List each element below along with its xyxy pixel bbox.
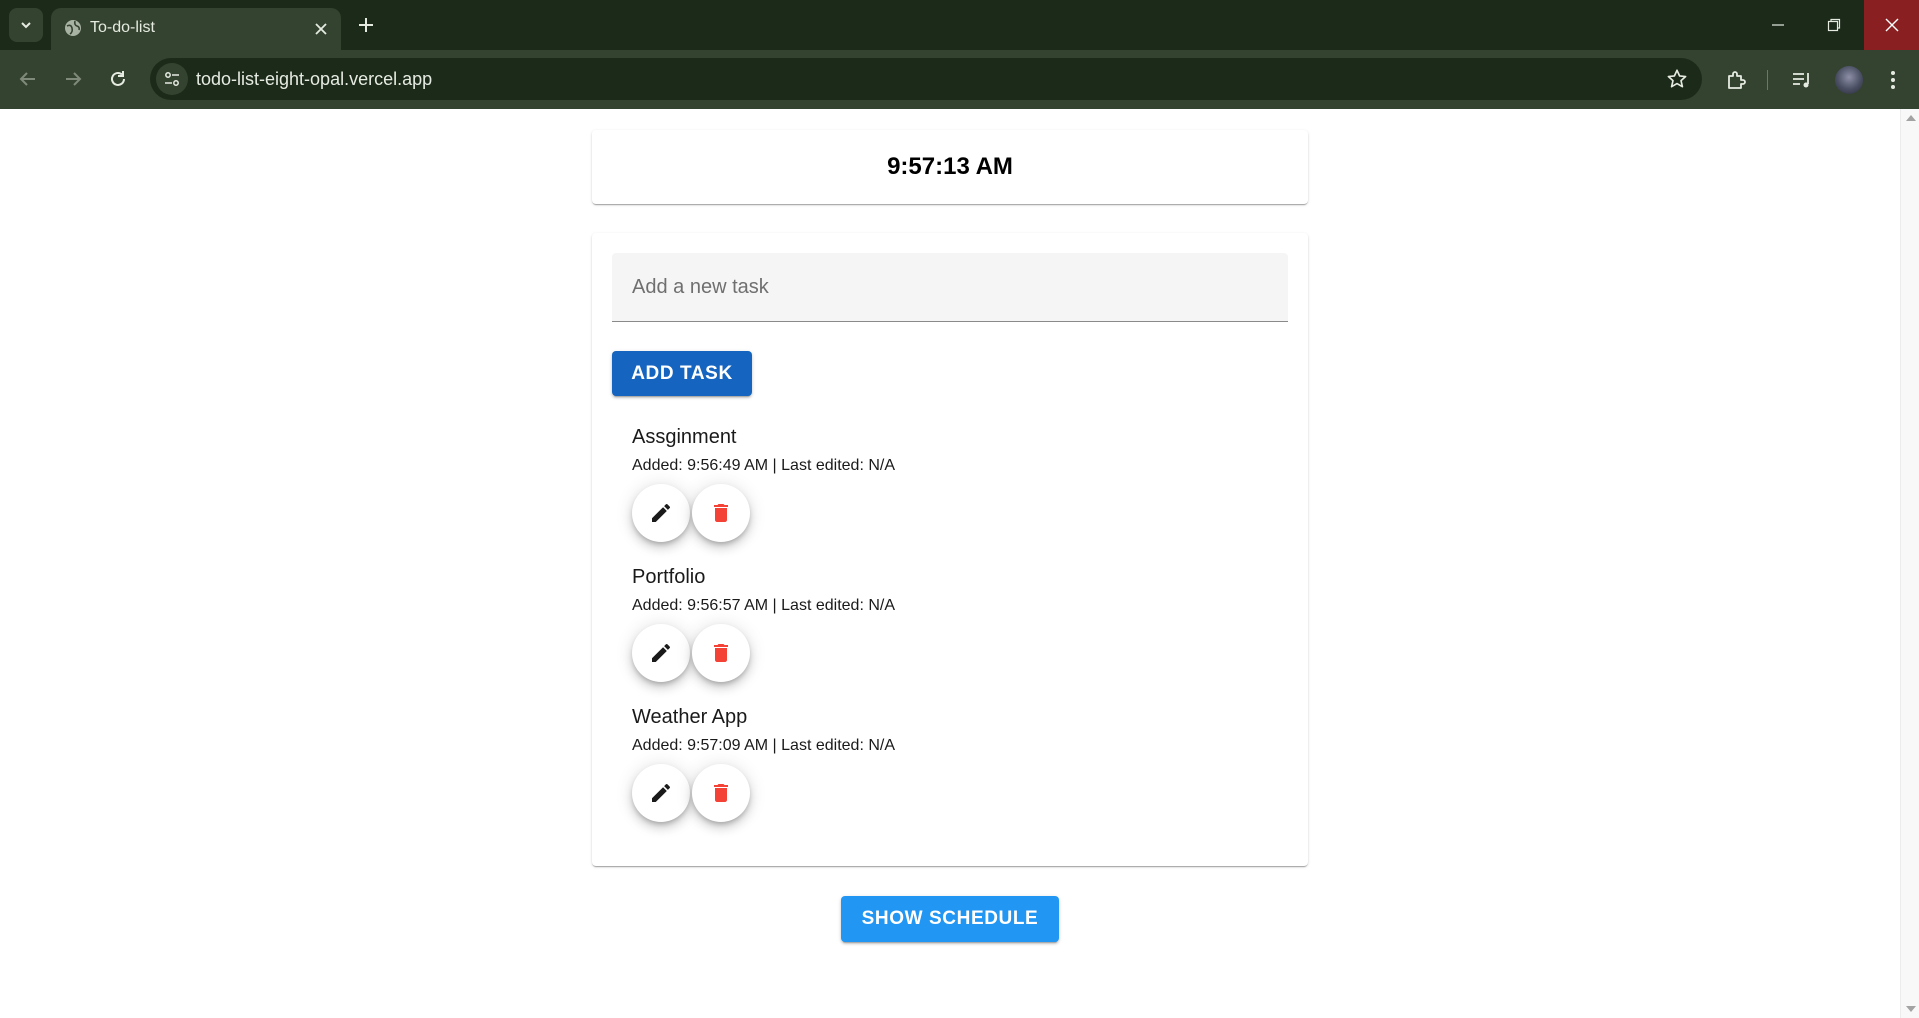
trash-icon xyxy=(714,644,728,662)
back-icon xyxy=(19,72,35,86)
more-icon xyxy=(1891,71,1895,89)
pencil-icon xyxy=(652,643,671,662)
list-item: Portfolio Added: 9:56:57 AM | Last edite… xyxy=(632,563,1288,703)
edit-task-button[interactable] xyxy=(632,764,690,822)
task-edited: Last edited: N/A xyxy=(781,737,895,754)
globe-icon xyxy=(65,20,81,36)
task-edited: Last edited: N/A xyxy=(781,597,895,614)
site-info-icon xyxy=(165,72,179,86)
delete-task-button[interactable] xyxy=(692,764,750,822)
back-button[interactable] xyxy=(13,64,43,94)
extensions-icon xyxy=(1728,71,1746,89)
pencil-icon xyxy=(652,503,671,522)
task-name: Assginment xyxy=(632,426,737,448)
more-button[interactable] xyxy=(1880,67,1906,93)
list-item: Assginment Added: 9:56:49 AM | Last edit… xyxy=(632,423,1288,563)
add-task-button[interactable]: Add Task xyxy=(612,351,752,396)
address-bar[interactable]: todo-list-eight-opal.vercel.app xyxy=(150,58,1702,100)
forward-button[interactable] xyxy=(58,64,88,94)
edit-task-button[interactable] xyxy=(632,484,690,542)
scroll-up-arrow[interactable] xyxy=(1906,115,1916,121)
minimize-icon xyxy=(1772,24,1784,26)
scroll-down-arrow[interactable] xyxy=(1906,1006,1916,1012)
browser-tab[interactable]: To-do-list xyxy=(51,8,341,50)
tab-search-button[interactable] xyxy=(9,8,43,42)
reload-icon xyxy=(111,71,125,86)
tab-strip: To-do-list xyxy=(0,0,1919,50)
site-info-button[interactable] xyxy=(156,63,188,95)
toolbar-divider xyxy=(1767,70,1768,90)
task-added: Added: 9:56:57 AM xyxy=(632,597,769,614)
chevron-down-icon xyxy=(21,22,31,29)
delete-task-button[interactable] xyxy=(692,484,750,542)
url-text[interactable]: todo-list-eight-opal.vercel.app xyxy=(196,68,432,90)
clock-time: 9:57:13 AM xyxy=(887,153,1013,180)
meta-separator: | xyxy=(768,597,782,614)
task-added: Added: 9:56:49 AM xyxy=(632,457,769,474)
media-controls-button[interactable] xyxy=(1789,67,1815,93)
new-task-input[interactable] xyxy=(612,253,1288,322)
task-meta: Added: 9:56:49 AM | Last edited: N/A xyxy=(632,456,895,476)
task-meta: Added: 9:57:09 AM | Last edited: N/A xyxy=(632,736,895,756)
extensions-button[interactable] xyxy=(1723,67,1749,93)
star-icon[interactable] xyxy=(1666,68,1688,90)
forward-icon xyxy=(66,72,82,86)
delete-task-button[interactable] xyxy=(692,624,750,682)
task-meta: Added: 9:56:57 AM | Last edited: N/A xyxy=(632,596,895,616)
restore-button[interactable] xyxy=(1806,0,1862,50)
pencil-icon xyxy=(652,783,671,802)
edit-task-button[interactable] xyxy=(632,624,690,682)
window-close-button[interactable] xyxy=(1864,0,1919,50)
task-added: Added: 9:57:09 AM xyxy=(632,737,769,754)
close-icon xyxy=(1885,18,1898,32)
restore-icon xyxy=(1827,18,1841,32)
minimize-button[interactable] xyxy=(1750,0,1806,50)
trash-icon xyxy=(714,504,728,522)
close-icon[interactable] xyxy=(311,19,331,39)
reload-button[interactable] xyxy=(103,64,133,94)
task-list: Assginment Added: 9:56:49 AM | Last edit… xyxy=(632,423,1288,843)
task-name: Portfolio xyxy=(632,566,706,588)
tab-title: To-do-list xyxy=(90,19,155,36)
trash-icon xyxy=(714,784,728,802)
list-item: Weather App Added: 9:57:09 AM | Last edi… xyxy=(632,703,1288,843)
scrollbar[interactable] xyxy=(1900,109,1919,1018)
plus-icon[interactable] xyxy=(353,12,379,38)
meta-separator: | xyxy=(768,457,782,474)
media-icon xyxy=(1793,73,1809,88)
clock-card: 9:57:13 AM xyxy=(592,130,1308,204)
task-name: Weather App xyxy=(632,706,748,728)
avatar[interactable] xyxy=(1835,66,1863,94)
todo-card: Add Task Assginment Added: 9:56:49 AM | … xyxy=(592,233,1308,866)
task-edited: Last edited: N/A xyxy=(781,457,895,474)
browser-toolbar: todo-list-eight-opal.vercel.app xyxy=(0,50,1919,109)
page-viewport: 9:57:13 AM Add Task Assginment Added: 9:… xyxy=(0,109,1900,1018)
meta-separator: | xyxy=(768,737,782,754)
show-schedule-button[interactable]: Show Schedule xyxy=(841,896,1059,942)
